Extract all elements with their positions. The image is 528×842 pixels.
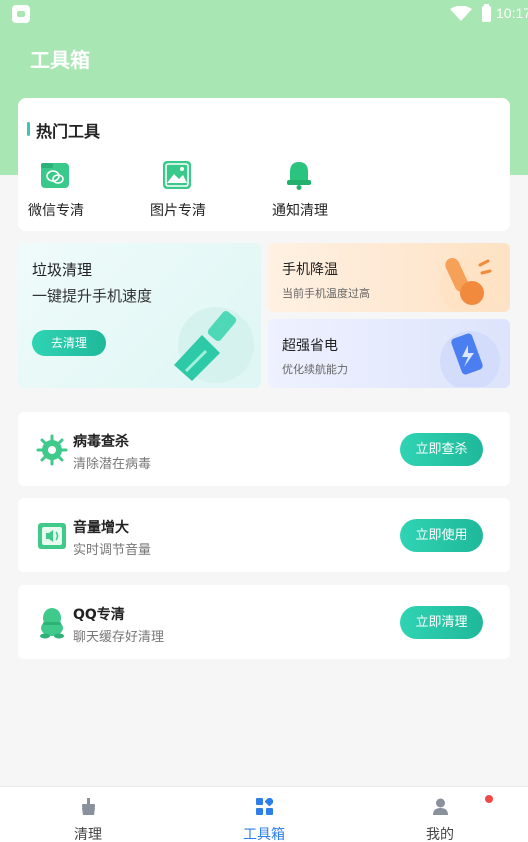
power-save-title: 超强省电 [282, 338, 338, 354]
phone-cool-subtitle: 当前手机温度过高 [282, 287, 370, 300]
phone-cool-card[interactable]: 手机降温 当前手机温度过高 [268, 243, 510, 312]
hot-tool-wechat[interactable]: 微信专清 [16, 158, 96, 222]
page-title: 工具箱 [30, 48, 90, 72]
tool-row-volume[interactable]: 音量增大 实时调节音量 立即使用 [18, 498, 510, 572]
tool-desc: 清除潜在病毒 [73, 457, 152, 472]
tool-name: QQ专清 [73, 607, 125, 623]
junk-clean-title: 垃圾清理 [32, 261, 93, 279]
tab-profile[interactable]: 我的 [352, 787, 528, 842]
junk-clean-card[interactable]: 垃圾清理 一键提升手机速度 去清理 [18, 243, 261, 388]
clean-now-button[interactable]: 立即清理 [400, 606, 483, 639]
qq-penguin-icon [40, 608, 64, 639]
bell-icon [287, 162, 311, 190]
hot-tool-notification[interactable]: 通知清理 [260, 158, 340, 222]
hot-tool-image[interactable]: 图片专清 [138, 158, 218, 222]
store-icon [12, 5, 30, 23]
hot-tools-card: 热门工具 微信专清 图片专清 通知清理 [18, 98, 510, 231]
grid-icon [256, 798, 273, 815]
wifi-icon [450, 6, 472, 21]
section-marker [27, 122, 30, 136]
tool-name: 病毒查杀 [73, 434, 129, 450]
speaker-icon [38, 523, 66, 549]
use-now-button[interactable]: 立即使用 [400, 519, 483, 552]
hot-tools-title: 热门工具 [36, 122, 101, 141]
phone-cool-title: 手机降温 [282, 262, 338, 278]
tab-clean[interactable]: 清理 [0, 787, 176, 842]
tool-desc: 聊天缓存好清理 [73, 630, 165, 645]
notification-badge [485, 795, 493, 803]
power-save-card[interactable]: 超强省电 优化续航能力 [268, 319, 510, 388]
tool-name: 音量增大 [73, 520, 129, 536]
tool-desc: 实时调节音量 [73, 543, 152, 558]
tool-row-virus[interactable]: 病毒查杀 清除潜在病毒 立即查杀 [18, 412, 510, 486]
tool-row-qq[interactable]: QQ专清 聊天缓存好清理 立即清理 [18, 585, 510, 659]
status-time: 10:17 [496, 5, 528, 21]
power-save-subtitle: 优化续航能力 [282, 363, 348, 376]
thermometer-icon [440, 257, 500, 311]
image-icon [163, 161, 191, 189]
go-clean-button[interactable]: 去清理 [32, 330, 106, 356]
bottom-tab-bar: 清理 工具箱 我的 [0, 786, 528, 842]
person-icon [433, 798, 448, 815]
virus-icon [36, 434, 68, 466]
wechat-folder-icon [41, 163, 69, 188]
broom-icon [82, 798, 95, 815]
junk-clean-subtitle: 一键提升手机速度 [32, 287, 153, 305]
tab-toolbox[interactable]: 工具箱 [176, 787, 352, 842]
battery-bolt-icon [440, 331, 500, 387]
brush-icon [174, 307, 254, 383]
status-bar: 10:17 [0, 0, 528, 28]
scan-now-button[interactable]: 立即查杀 [400, 433, 483, 466]
battery-icon [482, 4, 491, 22]
